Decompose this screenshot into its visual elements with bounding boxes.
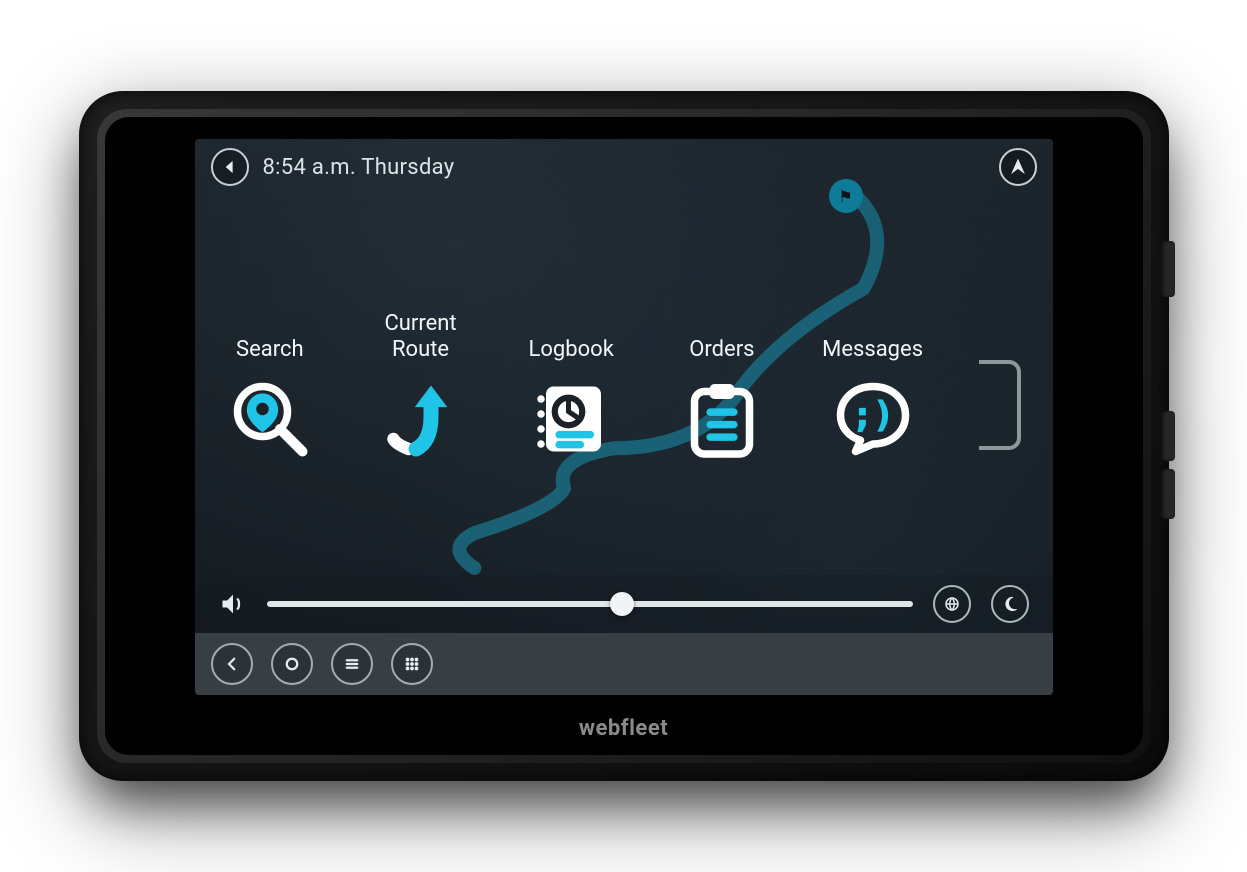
grid-icon: [403, 655, 421, 673]
hamburger-icon: [343, 655, 361, 673]
nav-back-button[interactable]: [211, 643, 253, 685]
clipboard-icon: [682, 379, 762, 459]
night-mode-button[interactable]: [991, 585, 1029, 623]
chevron-left-icon: [223, 655, 241, 673]
main-menu: Search Current Route: [195, 195, 1053, 575]
display-settings-row: [195, 575, 1053, 633]
arrow-pointer-icon: [1009, 158, 1027, 176]
brightness-slider-thumb[interactable]: [610, 592, 634, 616]
volume-icon[interactable]: [219, 590, 247, 618]
svg-text:;): ;): [852, 396, 894, 436]
recenter-button[interactable]: [999, 148, 1037, 186]
clock-text: 8:54 a.m. Thursday: [263, 155, 455, 180]
hardware-volume-up-button[interactable]: [1161, 411, 1175, 461]
back-button[interactable]: [211, 148, 249, 186]
status-bar: 8:54 a.m. Thursday: [195, 139, 1053, 195]
device-bezel: ⚑ 8:54 a.m. Thursday Search: [105, 117, 1143, 755]
nav-home-button[interactable]: [271, 643, 313, 685]
menu-item-label: Search: [215, 308, 326, 362]
globe-day-icon: [943, 595, 961, 613]
menu-item-current-route[interactable]: Current Route: [365, 308, 476, 462]
menu-item-label: Messages: [817, 308, 928, 362]
back-icon: [221, 158, 239, 176]
menu-more-button[interactable]: [968, 355, 1033, 455]
chat-bubble-icon: ;): [833, 379, 913, 459]
menu-item-label: Orders: [667, 308, 778, 362]
device-frame: ⚑ 8:54 a.m. Thursday Search: [79, 91, 1169, 781]
brightness-slider[interactable]: [267, 601, 913, 607]
hardware-power-button[interactable]: [1161, 241, 1175, 297]
hardware-volume-down-button[interactable]: [1161, 469, 1175, 519]
search-icon: [230, 379, 310, 459]
route-arrow-icon: [381, 379, 461, 459]
menu-item-label: Current Route: [365, 308, 476, 362]
system-nav-bar: [195, 633, 1053, 695]
device-brand-label: webfleet: [105, 716, 1143, 741]
nav-apps-button[interactable]: [391, 643, 433, 685]
nav-menu-button[interactable]: [331, 643, 373, 685]
circle-icon: [283, 655, 301, 673]
logbook-icon: [531, 379, 611, 459]
screen: ⚑ 8:54 a.m. Thursday Search: [195, 139, 1053, 695]
menu-item-logbook[interactable]: Logbook: [516, 308, 627, 462]
day-night-toggle-button[interactable]: [933, 585, 971, 623]
menu-item-messages[interactable]: Messages ;): [817, 308, 928, 462]
menu-item-search[interactable]: Search: [215, 308, 326, 462]
moon-icon: [1001, 595, 1019, 613]
menu-item-orders[interactable]: Orders: [667, 308, 778, 462]
menu-item-label: Logbook: [516, 308, 627, 362]
more-card-icon: [979, 360, 1021, 450]
